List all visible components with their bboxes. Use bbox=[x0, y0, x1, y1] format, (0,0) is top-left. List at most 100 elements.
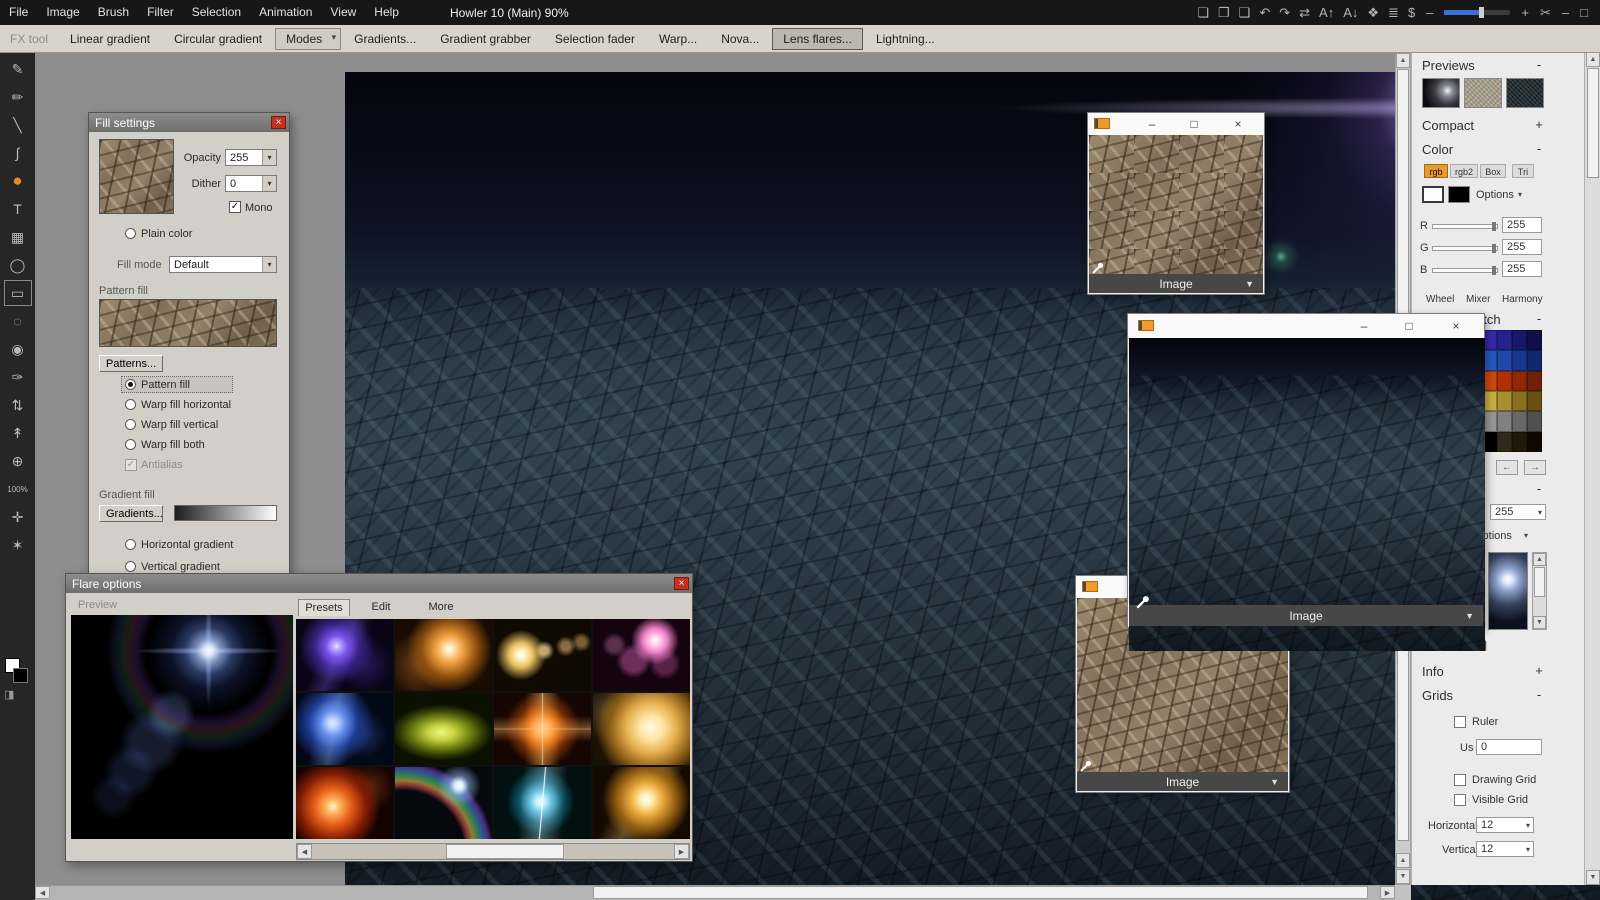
horizontal-scroll-thumb[interactable] bbox=[593, 886, 1368, 899]
flare-preset-purple[interactable] bbox=[296, 619, 393, 691]
opacity-combo[interactable]: 255 ▾ bbox=[225, 149, 277, 166]
channel-g-slider[interactable] bbox=[1432, 246, 1498, 251]
preview-thumbnail-sphere[interactable] bbox=[1422, 78, 1460, 108]
drawing-grid-checkbox[interactable] bbox=[1454, 774, 1466, 786]
warp-fill-both-radio[interactable] bbox=[125, 439, 136, 450]
patterns-button[interactable]: Patterns... bbox=[99, 355, 163, 372]
window-close-button[interactable]: × bbox=[1230, 116, 1246, 132]
swap-colors-icon[interactable]: ◨ bbox=[4, 688, 14, 701]
tab-rgb[interactable]: rgb bbox=[1424, 164, 1448, 178]
palette-swatch[interactable] bbox=[1497, 350, 1512, 370]
swatch-opacity-combo[interactable]: 255 ▾ bbox=[1490, 504, 1546, 520]
fx-button[interactable]: Linear gradient bbox=[59, 28, 161, 50]
swatch-collapse-button[interactable]: - bbox=[1532, 312, 1546, 326]
channel-g-value[interactable]: 255 bbox=[1502, 239, 1542, 255]
mini-scroll-thumb[interactable] bbox=[1534, 567, 1545, 597]
info-expand-button[interactable]: + bbox=[1532, 664, 1546, 678]
window-close-button[interactable]: × bbox=[1448, 318, 1464, 334]
flare-scroll-right-button[interactable]: ▶ bbox=[674, 844, 689, 859]
grid-vertical-combo[interactable]: 12 ▾ bbox=[1476, 841, 1534, 857]
palette-swatch[interactable] bbox=[1512, 371, 1527, 391]
caret-down-icon[interactable]: ▼ bbox=[1270, 777, 1279, 787]
vertical-gradient-radio[interactable] bbox=[125, 561, 136, 572]
fx-button[interactable]: Lens flares... bbox=[772, 28, 863, 50]
dropper-tool[interactable]: ✑ bbox=[5, 365, 31, 389]
image-window-texture[interactable]: – □ × Image ▼ bbox=[1087, 112, 1265, 295]
preview-thumbnail-noise[interactable] bbox=[1464, 78, 1502, 108]
plain-color-radio[interactable] bbox=[125, 228, 136, 239]
scroll-right-button[interactable]: ▶ bbox=[1380, 886, 1395, 899]
caret-down-icon[interactable]: ▾ bbox=[1535, 508, 1545, 517]
flare-preset-rainbow-arc[interactable] bbox=[395, 767, 492, 839]
palette-swatch[interactable] bbox=[1512, 391, 1527, 411]
palette-swatch[interactable] bbox=[1512, 432, 1527, 452]
panel-scroll-up-button[interactable]: ▲ bbox=[1586, 52, 1600, 67]
flare-preset-golden[interactable] bbox=[593, 767, 690, 839]
paste-icon[interactable]: ❐ bbox=[1218, 0, 1230, 25]
palette-swatch[interactable] bbox=[1512, 350, 1527, 370]
flare-preset-orange-star[interactable] bbox=[494, 693, 591, 765]
panel-vertical-scrollbar[interactable]: ▲ ▼ bbox=[1584, 52, 1600, 885]
zoom-out-button[interactable]: – bbox=[1426, 0, 1433, 25]
flare-preset-green-glow[interactable] bbox=[395, 693, 492, 765]
visible-grid-checkbox[interactable] bbox=[1454, 794, 1466, 806]
freehand-select-tool[interactable]: ◌ bbox=[5, 309, 31, 333]
window-image-bar[interactable]: Image ▼ bbox=[1077, 772, 1288, 791]
gradient-collapse-button[interactable]: - bbox=[1532, 482, 1546, 496]
mini-scroll-down-button[interactable]: ▼ bbox=[1533, 616, 1546, 629]
grid-horizontal-combo[interactable]: 12 ▾ bbox=[1476, 817, 1534, 833]
warp-fill-vertical-radio[interactable] bbox=[125, 419, 136, 430]
menu-item[interactable]: Image bbox=[37, 0, 88, 25]
image-window-scene[interactable]: – □ × Image ▼ bbox=[1127, 313, 1485, 628]
pen-tool[interactable]: ✎ bbox=[5, 57, 31, 81]
panel-scroll-thumb[interactable] bbox=[1587, 68, 1599, 178]
palette-next-button[interactable]: → bbox=[1524, 460, 1546, 475]
canvas-horizontal-scrollbar[interactable]: ◀ ▶ bbox=[35, 885, 1395, 900]
scissors-icon[interactable]: ✂ bbox=[1540, 0, 1551, 25]
fill-settings-close-button[interactable]: × bbox=[271, 116, 286, 129]
scroll-up-button-2[interactable]: ▲ bbox=[1396, 853, 1410, 868]
caret-down-icon[interactable]: ▼ bbox=[1465, 611, 1474, 621]
color-harmony-link[interactable]: Harmony bbox=[1502, 294, 1543, 305]
pan-tool[interactable]: ⇅ bbox=[5, 393, 31, 417]
scroll-down-button[interactable]: ▼ bbox=[1396, 869, 1410, 884]
flare-preview-image[interactable] bbox=[71, 615, 293, 839]
tab-rgb2[interactable]: rgb2 bbox=[1450, 164, 1478, 178]
swatch-mini-scrollbar[interactable]: ▲ ▼ bbox=[1532, 552, 1547, 630]
app-maximize-button[interactable]: □ bbox=[1580, 0, 1588, 25]
channel-b-slider[interactable] bbox=[1432, 268, 1498, 273]
menu-item[interactable]: Filter bbox=[138, 0, 183, 25]
channel-b-slider-thumb[interactable] bbox=[1492, 266, 1496, 275]
palette-swatch[interactable] bbox=[1527, 411, 1542, 431]
menu-item[interactable]: Animation bbox=[250, 0, 321, 25]
caret-down-icon[interactable]: ▾ bbox=[262, 257, 276, 272]
fx-button[interactable]: Gradient grabber bbox=[429, 28, 542, 50]
undo-icon[interactable]: ↶ bbox=[1259, 0, 1270, 25]
window-image-content[interactable] bbox=[1089, 135, 1263, 274]
window-image-bar[interactable]: Image ▼ bbox=[1129, 605, 1483, 626]
zoom-slider-thumb[interactable] bbox=[1479, 7, 1484, 18]
channel-r-value[interactable]: 255 bbox=[1502, 217, 1542, 233]
flare-preset-orange-soft[interactable] bbox=[395, 619, 492, 691]
panel-scroll-down-button[interactable]: ▼ bbox=[1586, 870, 1600, 885]
line-tool[interactable]: ╲ bbox=[5, 113, 31, 137]
tab-tri[interactable]: Tri bbox=[1512, 164, 1534, 178]
palette-swatch[interactable] bbox=[1512, 411, 1527, 431]
flare-options-panel[interactable]: Flare options × Preview Presets Edit Mor… bbox=[65, 573, 693, 862]
mono-checkbox[interactable]: ✓ bbox=[229, 201, 241, 213]
tab-box[interactable]: Box bbox=[1480, 164, 1506, 178]
caret-down-icon[interactable]: ▾ bbox=[1524, 531, 1528, 540]
window-maximize-button[interactable]: □ bbox=[1401, 318, 1417, 334]
clipboard-icon[interactable]: ❑ bbox=[1239, 0, 1251, 25]
palette-swatch[interactable] bbox=[1527, 350, 1542, 370]
palette-swatch[interactable] bbox=[1527, 330, 1542, 350]
fx-button[interactable]: Gradients... bbox=[343, 28, 427, 50]
units-input[interactable]: 0 bbox=[1476, 739, 1542, 755]
palette-swatch[interactable] bbox=[1527, 371, 1542, 391]
window-minimize-button[interactable]: – bbox=[1356, 318, 1372, 334]
store-icon[interactable]: $ bbox=[1408, 0, 1415, 25]
pattern-fill-radio[interactable] bbox=[125, 379, 136, 390]
window-minimize-button[interactable]: – bbox=[1144, 116, 1160, 132]
magic-wand-tool[interactable]: ✶ bbox=[5, 533, 31, 557]
fx-button[interactable]: Modes bbox=[275, 28, 341, 50]
